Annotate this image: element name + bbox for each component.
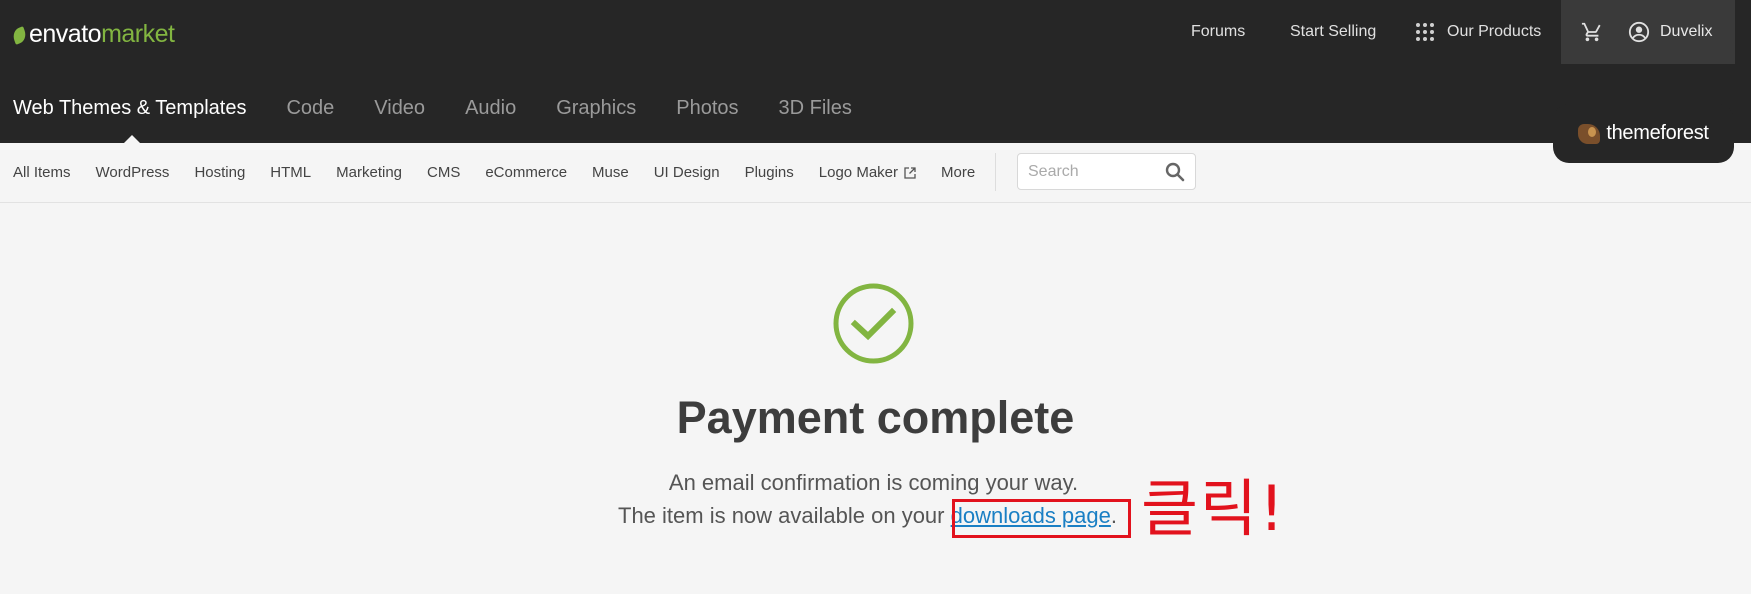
apps-grid-icon xyxy=(1416,23,1434,41)
nav-start-selling-label: Start Selling xyxy=(1290,23,1377,40)
subnav-marketing[interactable]: Marketing xyxy=(336,164,402,181)
cart-icon[interactable] xyxy=(1581,21,1603,43)
page-title: Payment complete xyxy=(676,392,1075,443)
logo-word-envato: envato xyxy=(29,19,102,48)
category-tab-video[interactable]: Video xyxy=(374,97,425,120)
themeforest-badge[interactable]: themeforest xyxy=(1553,104,1734,163)
logo-word-market: market xyxy=(101,19,175,48)
nav-start-selling-link[interactable]: Start Selling xyxy=(1290,0,1376,64)
envato-leaf-icon xyxy=(10,25,29,45)
subnav-more[interactable]: More xyxy=(941,164,975,181)
subnav-divider xyxy=(995,153,996,191)
envato-market-logo[interactable]: envato market xyxy=(10,18,175,50)
annotation-highlight-box xyxy=(952,499,1131,538)
category-tab-code[interactable]: Code xyxy=(286,97,334,120)
nav-our-products-link[interactable]: Our Products xyxy=(1416,0,1541,64)
subcategory-nav: All Items WordPress Hosting HTML Marketi… xyxy=(0,143,1751,203)
success-check-icon xyxy=(833,283,914,364)
subnav-wordpress[interactable]: WordPress xyxy=(96,164,170,181)
themeforest-logo-icon xyxy=(1578,123,1601,144)
subnav-cms[interactable]: CMS xyxy=(427,164,460,181)
subnav-html[interactable]: HTML xyxy=(270,164,311,181)
subnav-plugins[interactable]: Plugins xyxy=(745,164,794,181)
search-icon[interactable] xyxy=(1165,162,1185,182)
category-nav: Web Themes & Templates Code Video Audio … xyxy=(13,96,892,120)
external-link-icon xyxy=(904,166,916,179)
category-tab-web-themes[interactable]: Web Themes & Templates xyxy=(13,97,246,120)
nav-forums-label: Forums xyxy=(1191,23,1246,40)
user-avatar-icon[interactable] xyxy=(1628,21,1650,43)
subnav-all-items[interactable]: All Items xyxy=(13,164,71,181)
active-tab-indicator xyxy=(124,135,140,143)
subnav-logo-maker-label: Logo Maker xyxy=(818,164,898,181)
nav-forums-link[interactable]: Forums xyxy=(1191,0,1245,64)
category-tab-photos[interactable]: Photos xyxy=(676,97,738,120)
annotation-click-text: 클릭! xyxy=(1141,472,1286,545)
search-input[interactable] xyxy=(1028,162,1163,181)
confirmation-message: An email confirmation is coming your way… xyxy=(668,470,1079,495)
category-tab-audio[interactable]: Audio xyxy=(465,97,516,120)
search-box xyxy=(1017,153,1196,190)
themeforest-label: themeforest xyxy=(1606,122,1709,144)
downloads-message-prefix: The item is now available on your xyxy=(618,503,951,528)
subnav-muse[interactable]: Muse xyxy=(592,164,629,181)
username-label[interactable]: Duvelix xyxy=(1660,23,1712,41)
subnav-ecommerce[interactable]: eCommerce xyxy=(485,164,567,181)
site-header: envato market Forums Start Selling Our P… xyxy=(0,0,1751,143)
subnav-hosting[interactable]: Hosting xyxy=(194,164,245,181)
user-area: Duvelix xyxy=(1561,0,1735,64)
subnav-logo-maker[interactable]: Logo Maker xyxy=(819,164,916,181)
category-tab-graphics[interactable]: Graphics xyxy=(556,97,636,120)
subnav-ui-design[interactable]: UI Design xyxy=(654,164,720,181)
category-tab-3d-files[interactable]: 3D Files xyxy=(779,97,852,120)
nav-our-products-label: Our Products xyxy=(1447,23,1542,40)
